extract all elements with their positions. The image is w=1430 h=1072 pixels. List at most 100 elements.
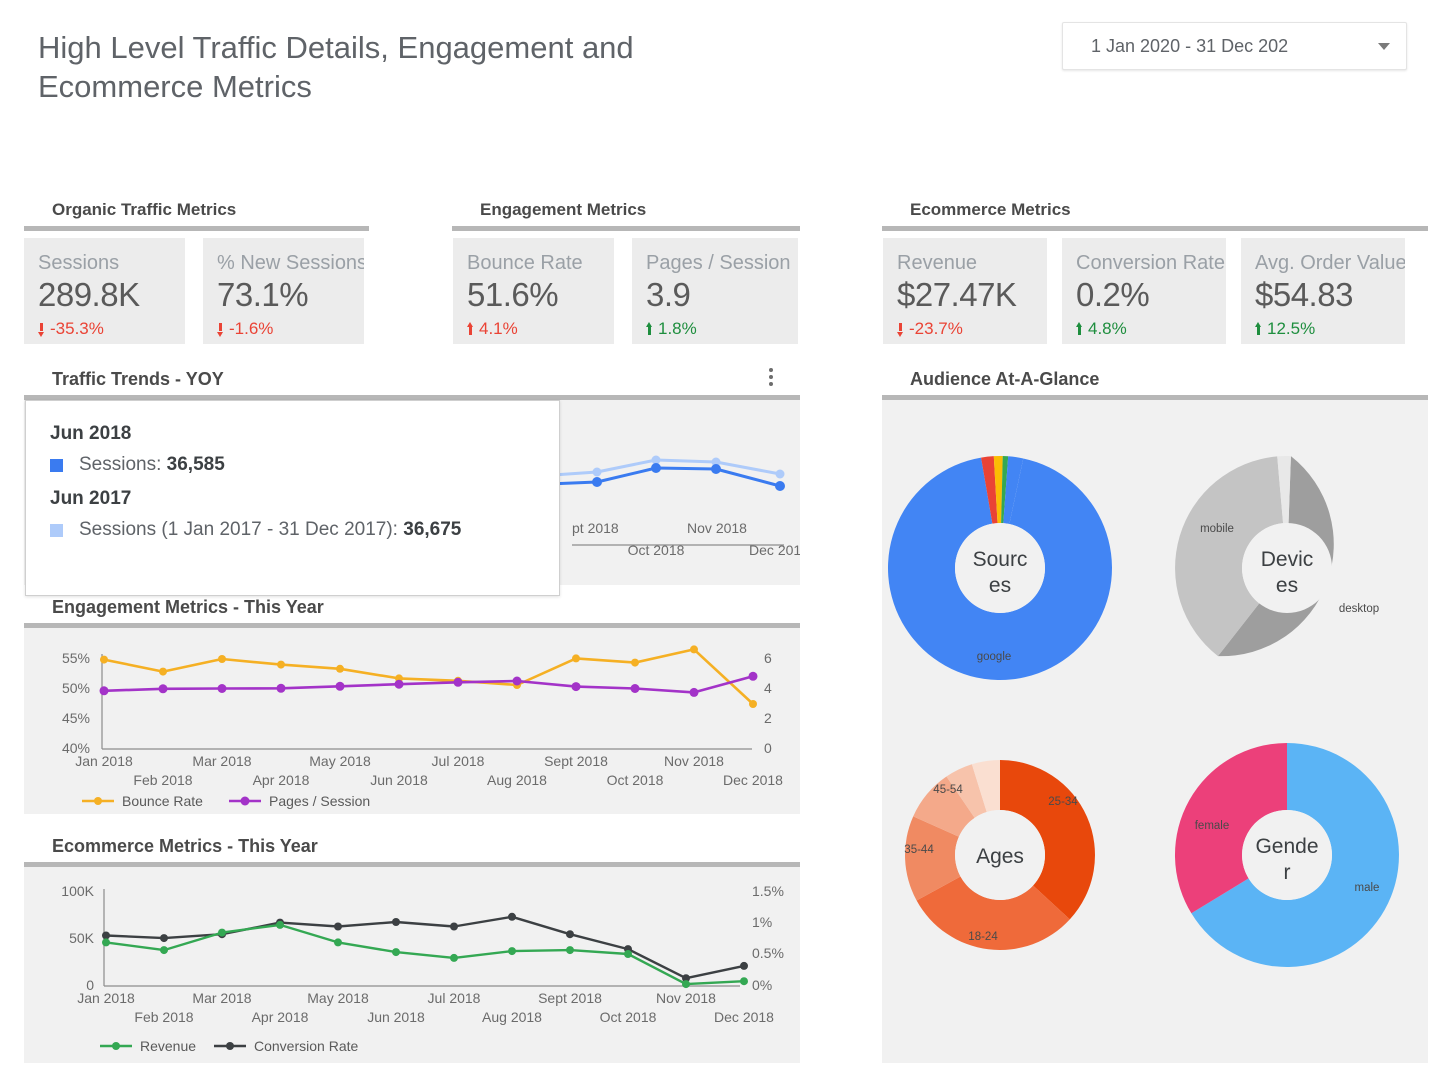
donut-center-line1: Gende: [1255, 835, 1318, 858]
legend-revenue: Revenue: [100, 1038, 196, 1054]
section-title-engagement-chart: Engagement Metrics - This Year: [52, 597, 324, 617]
y-tick-label: 50%: [62, 680, 90, 696]
audience-panel[interactable]: Sourc es google Devic es mobile desktop: [882, 400, 1428, 1063]
slice-label-25-34: 25-34: [1048, 796, 1078, 808]
tooltip-row-2-text: Sessions (1 Jan 2017 - 31 Dec 2017): 36,…: [79, 519, 462, 540]
x-tick-label: May 2018: [307, 990, 369, 1006]
y2-tick-label: 1.5%: [752, 883, 784, 899]
arrow-up-icon: [1076, 322, 1083, 336]
x-tick-label: Nov 2018: [656, 990, 716, 1006]
y2-tick-label: 0: [764, 740, 772, 756]
legend-swatch-icon: [50, 523, 63, 537]
x-tick-label: Nov 2018: [664, 753, 724, 769]
page-title: High Level Traffic Details, Engagement a…: [38, 30, 634, 104]
engagement-chart-panel[interactable]: 55% 50% 45% 40% 6 4 2 0 Jan 2018 Mar 201…: [24, 628, 800, 814]
kpi-card-sessions[interactable]: Sessions 289.8K -35.3%: [24, 238, 185, 344]
x-tick-label: Oct 2018: [628, 542, 685, 558]
y2-tick-label: 2: [764, 710, 772, 726]
legend-label: Revenue: [140, 1038, 196, 1054]
sources-donut: Sourc es google: [887, 455, 1112, 680]
chart-options-menu-icon[interactable]: [758, 360, 784, 394]
donut-center-line2: r: [1284, 861, 1291, 884]
arrow-up-icon: [467, 322, 474, 336]
x-tick-label: Jul 2018: [428, 990, 481, 1006]
kpi-value: 3.9: [646, 276, 691, 313]
x-tick-label: Jul 2018: [432, 753, 485, 769]
kpi-card-conversion-rate[interactable]: Conversion Rate 0.2% 4.8%: [1062, 238, 1226, 344]
kpi-label: Sessions: [38, 252, 120, 274]
y-tick-label: 100K: [61, 883, 94, 899]
section-title-ecommerce-chart: Ecommerce Metrics - This Year: [52, 836, 318, 856]
kpi-label: Pages / Session: [646, 252, 791, 274]
kpi-delta: -1.6%: [217, 319, 273, 339]
kpi-value: $54.83: [1255, 276, 1353, 313]
legend-label: Conversion Rate: [254, 1038, 358, 1054]
donut-center-line1: Devic: [1261, 548, 1314, 571]
kpi-delta-text: -35.3%: [50, 319, 104, 338]
section-title-traffic-trends: Traffic Trends - YOY: [52, 369, 224, 389]
section-title-organic-traffic: Organic Traffic Metrics: [52, 200, 237, 219]
x-tick-label: Oct 2018: [607, 772, 664, 788]
y2-tick-label: 0.5%: [752, 945, 784, 961]
kpi-delta: -23.7%: [897, 319, 963, 339]
arrow-down-icon: [897, 322, 904, 337]
legend-label: Bounce Rate: [122, 793, 203, 809]
kpi-delta: 12.5%: [1255, 319, 1315, 339]
x-tick-label: Sept 2018: [544, 753, 608, 769]
ages-donut: Ages 25-34 18-24 35-44 45-54: [904, 760, 1095, 950]
kpi-card-pages-per-session[interactable]: Pages / Session 3.9 1.8%: [632, 238, 798, 344]
kpi-value: $27.47K: [897, 276, 1017, 313]
arrow-down-icon: [217, 322, 224, 337]
x-tick-label: Dec 2018: [723, 772, 783, 788]
y-tick-label: 55%: [62, 650, 90, 666]
chevron-down-icon: [1362, 42, 1406, 50]
date-range-picker[interactable]: 1 Jan 2020 - 31 Dec 202: [1062, 22, 1407, 70]
kpi-card-bounce-rate[interactable]: Bounce Rate 51.6% 4.1%: [453, 238, 614, 344]
ecommerce-chart-svg: 100K 50K 0 1.5% 1% 0.5% 0% Jan 2018 Mar …: [61, 883, 784, 1054]
slice-label-18-24: 18-24: [968, 931, 998, 943]
kpi-delta-text: 4.8%: [1088, 319, 1127, 338]
section-title-audience: Audience At-A-Glance: [910, 369, 1100, 389]
slice-label-35-44: 35-44: [904, 844, 934, 856]
donut-center-label: Ages: [976, 845, 1024, 868]
x-tick-label: Dec 2018: [714, 1009, 774, 1025]
ecommerce-chart-panel[interactable]: 100K 50K 0 1.5% 1% 0.5% 0% Jan 2018 Mar …: [24, 867, 800, 1063]
tooltip-heading-1: Jun 2018: [50, 423, 132, 444]
donut-center-line2: es: [1276, 574, 1298, 597]
x-tick-label: Jan 2018: [77, 990, 135, 1006]
tooltip-heading-2: Jun 2017: [50, 488, 132, 509]
kpi-delta: 1.8%: [646, 319, 697, 339]
y2-tick-label: 0%: [752, 977, 772, 993]
kpi-value: 51.6%: [467, 276, 559, 313]
y2-tick-label: 1%: [752, 914, 772, 930]
tooltip-row-1-text: Sessions: 36,585: [79, 454, 225, 475]
dashboard-page: High Level Traffic Details, Engagement a…: [0, 0, 1430, 1072]
kpi-card-revenue[interactable]: Revenue $27.47K -23.7%: [883, 238, 1047, 344]
y2-tick-label: 4: [764, 680, 772, 696]
devices-donut: Devic es mobile desktop: [1175, 456, 1379, 657]
slice-label-male: male: [1355, 882, 1380, 894]
kpi-label: Conversion Rate: [1076, 252, 1225, 274]
legend-swatch-icon: [50, 458, 63, 472]
x-tick-label: May 2018: [309, 753, 371, 769]
kpi-card-avg-order-value[interactable]: Avg. Order Value $54.83 12.5%: [1241, 238, 1405, 344]
slice-label-desktop: desktop: [1339, 603, 1379, 615]
kpi-label: Avg. Order Value: [1255, 252, 1405, 274]
x-tick-label: Jun 2018: [370, 772, 428, 788]
bounce-rate-points: [100, 645, 757, 708]
x-tick-label: Nov 2018: [687, 520, 747, 536]
x-tick-label: Sept 2018: [538, 990, 602, 1006]
kpi-value: 0.2%: [1076, 276, 1150, 313]
section-rule-organic: [24, 226, 369, 231]
tooltip-row-2: Sessions (1 Jan 2017 - 31 Dec 2017): 36,…: [50, 519, 535, 541]
kpi-delta-text: 1.8%: [658, 319, 697, 338]
tooltip-row-1: Sessions: 36,585: [50, 454, 535, 476]
kpi-value: 73.1%: [217, 276, 309, 313]
section-rule-ecommerce: [882, 226, 1428, 231]
legend-conversion-rate: Conversion Rate: [214, 1038, 358, 1054]
audience-donuts-svg: Sourc es google Devic es mobile desktop: [887, 455, 1399, 967]
legend-label: Pages / Session: [269, 793, 370, 809]
donut-center-line2: es: [989, 574, 1011, 597]
engagement-chart-svg: 55% 50% 45% 40% 6 4 2 0 Jan 2018 Mar 201…: [62, 645, 783, 809]
kpi-card-new-sessions[interactable]: % New Sessions 73.1% -1.6%: [203, 238, 364, 344]
